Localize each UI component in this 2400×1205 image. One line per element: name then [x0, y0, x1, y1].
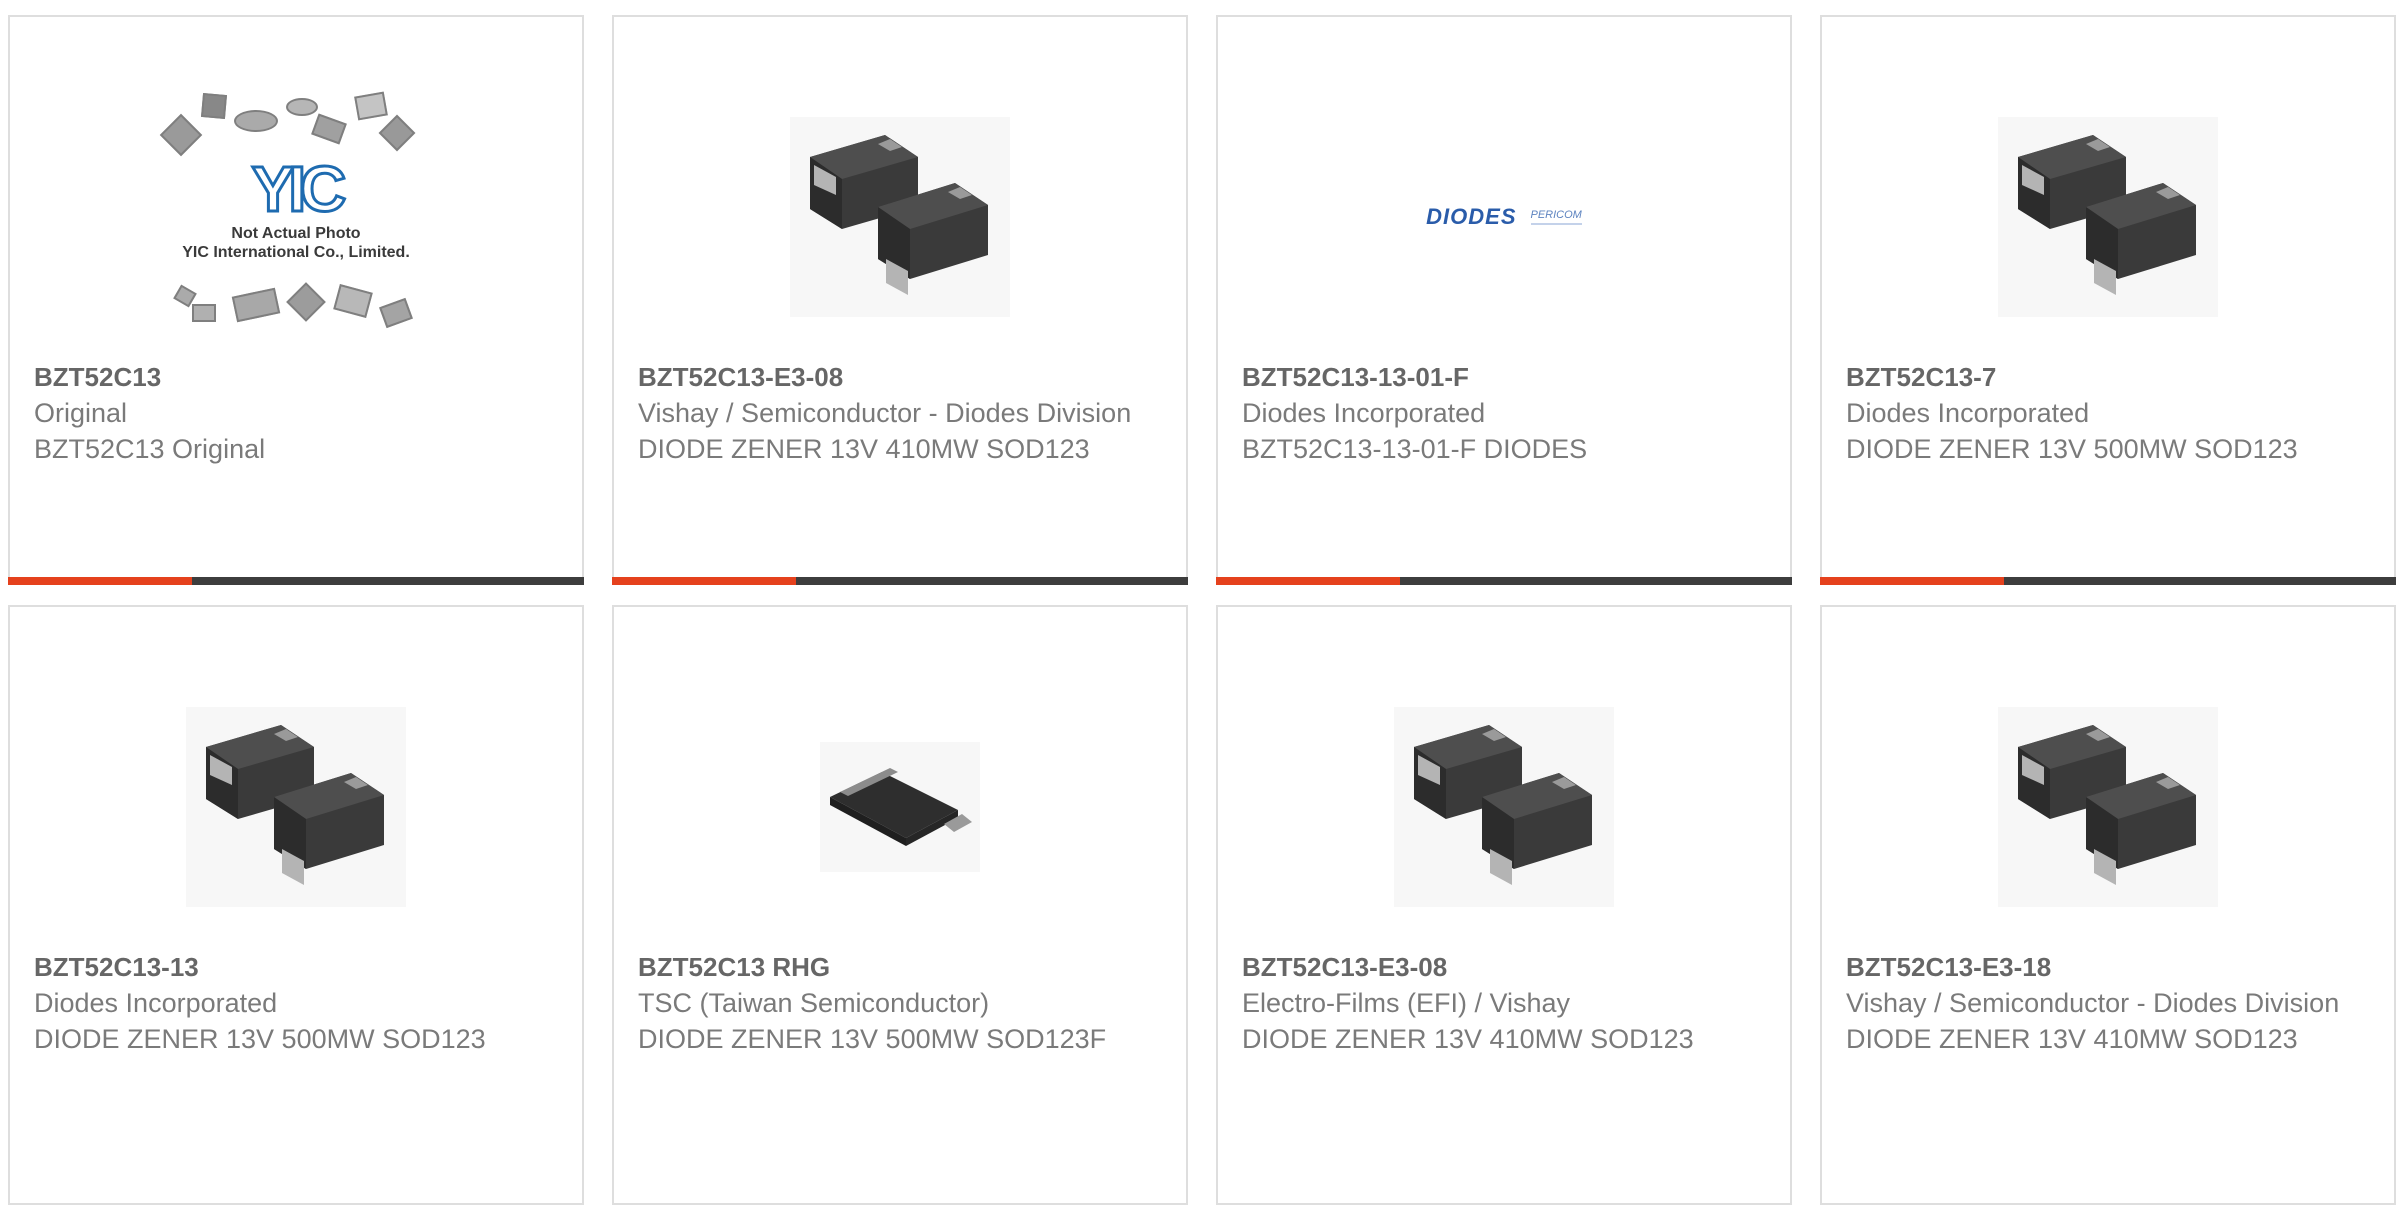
part-number[interactable]: BZT52C13 RHG — [638, 949, 1158, 985]
card-accent-bar — [1216, 577, 1792, 585]
product-card[interactable]: BZT52C13-E3-08 Vishay / Semiconductor - … — [612, 15, 1188, 585]
not-actual-photo-placeholder: YIC Not Actual Photo YIC International C… — [156, 91, 436, 342]
card-accent-bar — [1820, 577, 2396, 585]
part-number[interactable]: BZT52C13 — [34, 359, 554, 395]
part-number[interactable]: BZT52C13-13 — [34, 949, 554, 985]
product-card[interactable]: BZT52C13-7 Diodes Incorporated DIODE ZEN… — [1820, 15, 2396, 585]
description: BZT52C13 Original — [34, 434, 266, 464]
part-number[interactable]: BZT52C13-E3-08 — [1242, 949, 1762, 985]
product-card[interactable]: BZT52C13 RHG TSC (Taiwan Semiconductor) … — [612, 605, 1188, 1205]
manufacturer: Diodes Incorporated — [34, 988, 278, 1018]
card-accent-bar — [8, 577, 584, 585]
part-number[interactable]: BZT52C13-E3-08 — [638, 359, 1158, 395]
description: DIODE ZENER 13V 500MW SOD123 — [34, 1024, 486, 1054]
product-card[interactable]: BZT52C13-E3-18 Vishay / Semiconductor - … — [1820, 605, 2396, 1205]
part-number[interactable]: BZT52C13-7 — [1846, 359, 2366, 395]
description: DIODE ZENER 13V 500MW SOD123 — [1846, 434, 2298, 464]
description: DIODE ZENER 13V 410MW SOD123 — [1846, 1024, 2298, 1054]
description: DIODE ZENER 13V 500MW SOD123F — [638, 1024, 1107, 1054]
sod123-package-image — [790, 117, 1010, 317]
product-image[interactable] — [614, 92, 1186, 342]
sod123-package-image — [186, 707, 406, 907]
diodes-logo-text: DIODES — [1426, 204, 1517, 229]
placeholder-line2: YIC International Co., Limited. — [182, 244, 410, 261]
part-number[interactable]: BZT52C13-E3-18 — [1846, 949, 2366, 985]
diodes-pericom-logo: DIODES PERICOM — [1426, 204, 1582, 230]
manufacturer: Original — [34, 398, 128, 428]
card-accent-bar — [612, 577, 1188, 585]
description: BZT52C13-13-01-F DIODES — [1242, 434, 1588, 464]
description: DIODE ZENER 13V 410MW SOD123 — [638, 434, 1090, 464]
product-grid: YIC Not Actual Photo YIC International C… — [0, 0, 2400, 1205]
product-image[interactable]: YIC Not Actual Photo YIC International C… — [10, 91, 582, 342]
product-image[interactable] — [614, 682, 1186, 932]
sod123-package-image — [1998, 707, 2218, 907]
pericom-logo-text: PERICOM — [1530, 209, 1582, 225]
sod123-package-image — [1394, 707, 1614, 907]
description: DIODE ZENER 13V 410MW SOD123 — [1242, 1024, 1694, 1054]
sod123f-package-image — [820, 742, 980, 872]
manufacturer: Vishay / Semiconductor - Diodes Division — [1846, 988, 2340, 1018]
product-card[interactable]: BZT52C13-13 Diodes Incorporated DIODE ZE… — [8, 605, 584, 1205]
manufacturer: Diodes Incorporated — [1846, 398, 2090, 428]
yic-logo: YIC — [250, 153, 348, 226]
manufacturer: Electro-Films (EFI) / Vishay — [1242, 988, 1571, 1018]
product-image[interactable]: DIODES PERICOM — [1218, 92, 1790, 342]
product-image[interactable] — [1822, 92, 2394, 342]
product-card[interactable]: YIC Not Actual Photo YIC International C… — [8, 15, 584, 585]
manufacturer: Diodes Incorporated — [1242, 398, 1486, 428]
product-card[interactable]: DIODES PERICOM BZT52C13-13-01-F Diodes I… — [1216, 15, 1792, 585]
manufacturer: Vishay / Semiconductor - Diodes Division — [638, 398, 1132, 428]
manufacturer: TSC (Taiwan Semiconductor) — [638, 988, 990, 1018]
product-image[interactable] — [1822, 682, 2394, 932]
product-image[interactable] — [1218, 682, 1790, 932]
part-number[interactable]: BZT52C13-13-01-F — [1242, 359, 1762, 395]
placeholder-line1: Not Actual Photo — [231, 225, 361, 242]
product-image[interactable] — [10, 682, 582, 932]
sod123-package-image — [1998, 117, 2218, 317]
product-card[interactable]: BZT52C13-E3-08 Electro-Films (EFI) / Vis… — [1216, 605, 1792, 1205]
